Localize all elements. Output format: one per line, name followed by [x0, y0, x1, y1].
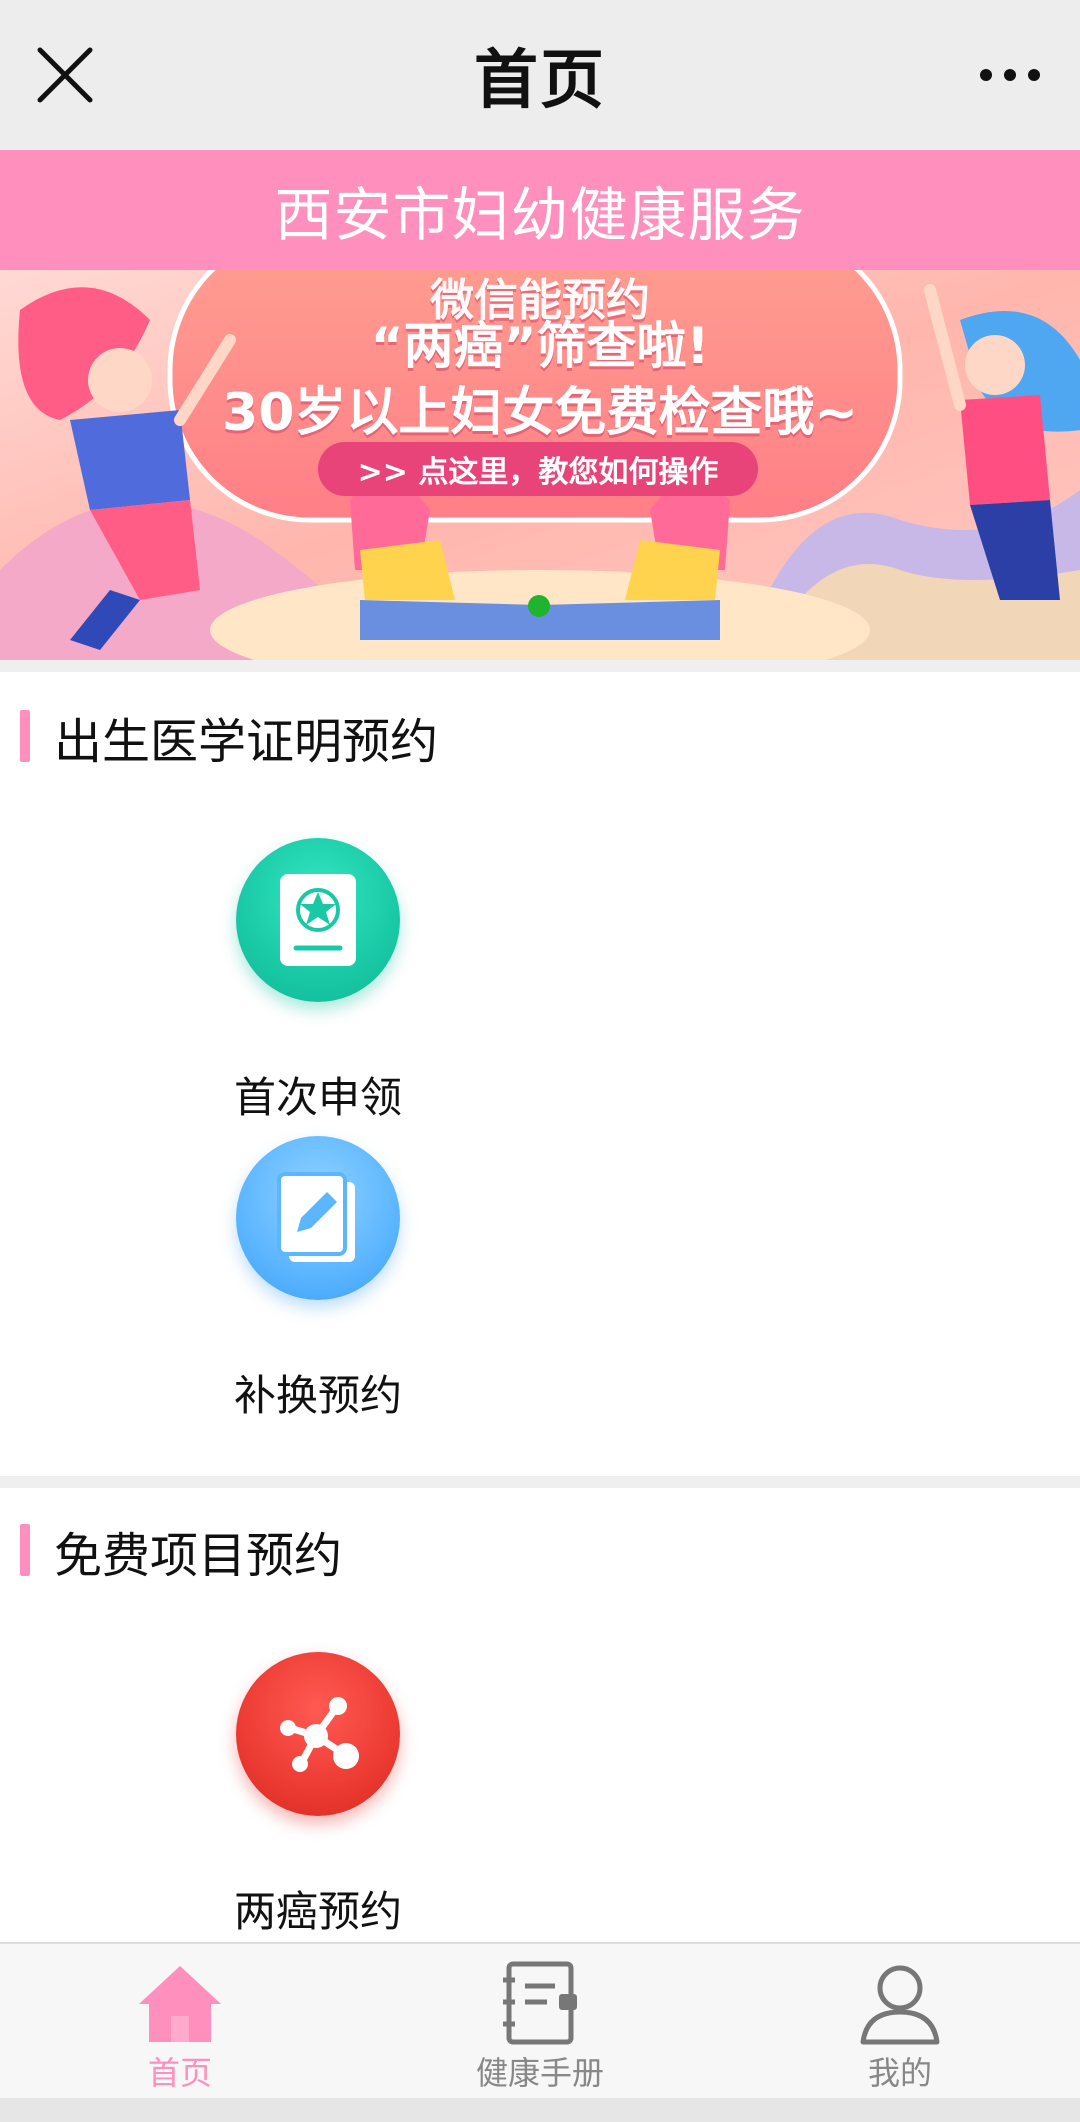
tab-label: 首页 [147, 2054, 212, 2092]
handbook-icon [503, 1961, 577, 2045]
banner-line-2: “两癌”筛查啦! [370, 317, 710, 375]
tile-label: 首次申领 [233, 1073, 402, 1122]
page-title: 首页 [474, 44, 606, 118]
banner-guide-button[interactable]: >> 点这里，教您如何操作 [318, 442, 758, 496]
tile-label: 两癌预约 [233, 1887, 402, 1936]
tile-replace-apply[interactable]: 补换预约 [188, 1136, 448, 1423]
certificate-icon [236, 838, 400, 1002]
section-header: 免费项目预约 [0, 1506, 1080, 1586]
tile-first-apply[interactable]: 首次申领 [188, 838, 448, 1125]
nav-bar: 首页 [0, 0, 1080, 150]
tile-label: 补换预约 [233, 1371, 402, 1420]
app-title: 西安市妇幼健康服务 [274, 181, 806, 249]
section-title: 出生医学证明预约 [54, 714, 439, 770]
tab-health-handbook[interactable]: 健康手册 [360, 1944, 720, 2100]
home-icon [139, 1966, 221, 2042]
user-icon [860, 1965, 940, 2045]
carousel-indicator[interactable] [528, 595, 550, 617]
tab-label: 我的 [867, 2054, 932, 2092]
tab-home[interactable]: 首页 [0, 1944, 360, 2100]
close-icon[interactable] [32, 42, 98, 108]
network-nodes-icon [236, 1652, 400, 1816]
tab-label: 健康手册 [475, 2054, 604, 2092]
tile-two-cancer-apply[interactable]: 两癌预约 [188, 1652, 448, 1939]
system-bottom-bar [0, 2098, 1080, 2122]
promo-banner[interactable]: 微信能预约 “两癌”筛查啦! 30岁以上妇女免费检查哦~ >> 点这里，教您如何… [0, 270, 1080, 660]
section-accent-bar [20, 1524, 30, 1576]
edit-note-icon [236, 1136, 400, 1300]
tab-mine[interactable]: 我的 [720, 1944, 1080, 2100]
more-icon[interactable] [978, 60, 1042, 90]
banner-line-3: 30岁以上妇女免费检查哦~ [222, 383, 858, 443]
section-title: 免费项目预约 [54, 1528, 343, 1584]
section-accent-bar [20, 710, 30, 762]
section-divider [0, 1476, 1080, 1488]
section-divider [0, 660, 1080, 672]
section-header: 出生医学证明预约 [0, 692, 1080, 772]
app-header: 西安市妇幼健康服务 [0, 150, 1080, 270]
tab-bar: 首页 健康手册 我的 [0, 1942, 1080, 2100]
